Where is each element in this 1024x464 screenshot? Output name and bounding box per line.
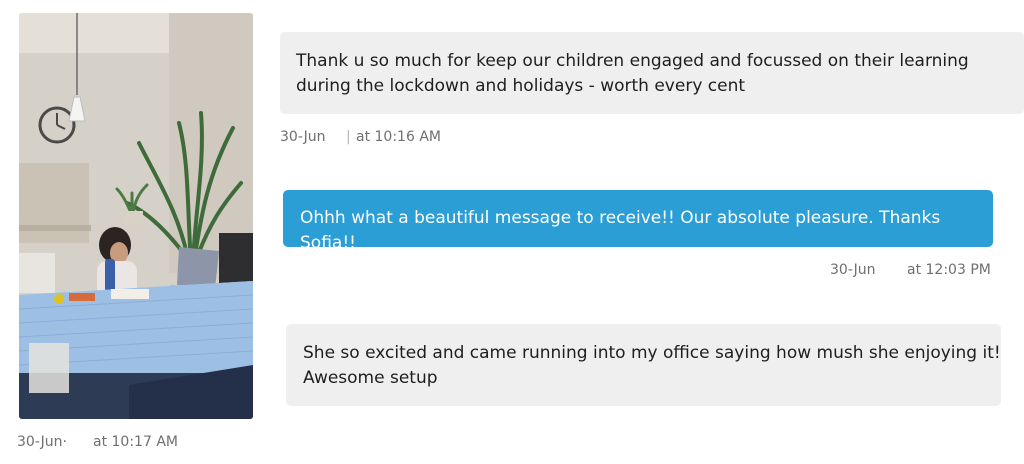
- timestamp-separator: |: [346, 129, 351, 145]
- message-date: 30-Jun: [830, 262, 876, 278]
- message-time: at 10:16 AM: [356, 129, 441, 145]
- message-text: She so excited and came running into my …: [303, 343, 1001, 388]
- message-text: Thank u so much for keep our children en…: [296, 51, 969, 96]
- photo-child-studying-at-table: [19, 13, 253, 419]
- message-timestamp: 30-Jun | at 10:16 AM: [280, 129, 441, 145]
- message-date: 30-Jun: [280, 129, 326, 145]
- message-timestamp: 30-Jun at 12:03 PM: [830, 262, 991, 278]
- photo-timestamp: 30-Jun· at 10:17 AM: [17, 434, 178, 450]
- photo-date: 30-Jun·: [17, 434, 67, 450]
- message-text: Ohhh what a beautiful message to receive…: [300, 208, 941, 253]
- photo-attachment[interactable]: [19, 13, 253, 419]
- message-time: at 12:03 PM: [907, 262, 991, 278]
- chat-thread: Thank u so much for keep our children en…: [0, 0, 1024, 464]
- incoming-message: She so excited and came running into my …: [286, 324, 1001, 406]
- incoming-message: Thank u so much for keep our children en…: [280, 32, 1024, 114]
- photo-time: at 10:17 AM: [93, 434, 178, 450]
- outgoing-message: Ohhh what a beautiful message to receive…: [283, 190, 993, 253]
